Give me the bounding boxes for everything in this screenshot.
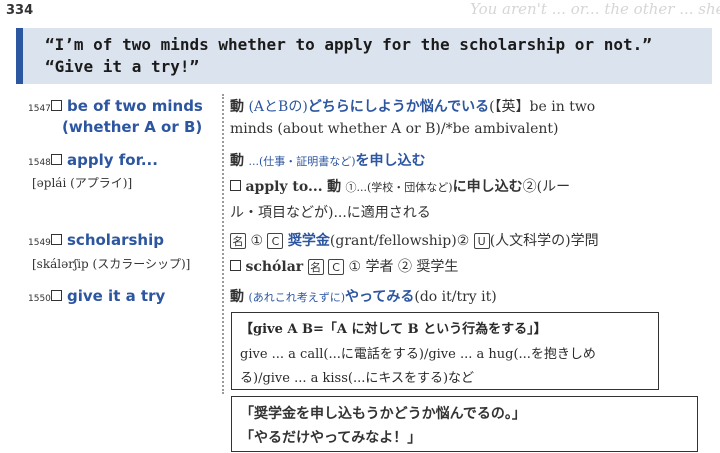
entry-1547-def-line1: 動 (AとBの)どちらにしようか悩んでいる(【英】be in two	[230, 96, 595, 116]
entry-1548-head: 1548 apply for...	[28, 150, 158, 169]
pos-tag: 名	[307, 259, 324, 275]
headword-continuation: (whether A or B)	[62, 118, 203, 136]
usage-note-box: 【give A B=「A に対して B という行為をする」】 give ... …	[231, 312, 659, 390]
pos-tag: 動	[327, 179, 342, 195]
sub-main: に申し込む	[452, 179, 523, 195]
entry-1550-head: 1550 give it a try	[28, 286, 165, 305]
checkbox-icon[interactable]	[230, 260, 241, 271]
checkbox-icon[interactable]	[230, 180, 241, 191]
def-tail: (人文科学の)学問	[489, 233, 599, 249]
def-rest: (grant/fellowship)	[329, 233, 457, 249]
entry-1547-head: 1547 be of two minds	[28, 96, 203, 115]
column-separator	[222, 94, 224, 394]
entry-number: 1547	[28, 104, 51, 114]
usage-note-title: 【give A B=「A に対して B という行為をする」】	[240, 322, 547, 337]
page-number: 334	[6, 3, 34, 18]
def-prefix: ...(仕事・証明書など)	[248, 155, 356, 168]
entry-number: 1550	[28, 294, 51, 304]
headword: give it a try	[67, 287, 166, 305]
pos-tag: 名	[230, 233, 246, 249]
circle-one: ①	[250, 233, 264, 249]
entry-1550-def-line1: 動 (あれこれ考えずに)やってみる(do it/try it)	[230, 286, 497, 306]
entry-1549-head: 1549 scholarship	[28, 230, 164, 249]
def-main: どちらにしようか悩んでいる	[307, 99, 490, 115]
uncountable-tag: U	[473, 233, 490, 249]
def-prefix: (AとBの)	[248, 99, 308, 115]
countable-tag: C	[267, 233, 284, 249]
headword: apply for...	[67, 151, 158, 169]
usage-note-line2: る)/give ... a kiss(...にキスをする)など	[240, 371, 475, 386]
pos-tag: 動	[230, 153, 244, 169]
entry-1547-def-line2: minds (about whether A or B)/*be ambival…	[230, 121, 559, 137]
def-rest: (do it/try it)	[414, 289, 497, 305]
sub-text: ①...(学校・団体など)	[345, 181, 453, 194]
checkbox-icon[interactable]	[50, 290, 62, 301]
dialogue-line-1: “I’m of two minds whether to apply for t…	[45, 35, 652, 54]
translation-box: 「奨学金を申し込もうかどうか悩んでるの。」 「やるだけやってみなよ！」	[231, 396, 698, 452]
entry-number: 1549	[28, 238, 51, 248]
dialogue-banner: “I’m of two minds whether to apply for t…	[16, 28, 712, 84]
pos-tag: 動	[230, 289, 244, 305]
headword: be of two minds	[67, 97, 203, 115]
def-main: やってみる	[345, 289, 415, 305]
def-main: 奨学金	[287, 233, 330, 249]
pos-tag: 動	[230, 99, 244, 115]
sub-headword: schólar	[245, 259, 304, 275]
def-rest: (【英】be in two	[489, 99, 596, 115]
entry-1548-sub-line2: ル・項目などが)...に適用される	[230, 205, 431, 221]
pronunciation: [əplái (アプライ)]	[32, 176, 133, 190]
translation-line2: 「やるだけやってみなよ！」	[240, 430, 422, 446]
checkbox-icon[interactable]	[50, 154, 62, 165]
dialogue-line-2: “Give it a try!”	[45, 57, 200, 76]
pronunciation: [skálərʃip (スカラーシップ)]	[32, 257, 191, 271]
entry-1549-sub-line1: schólar 名 C ① 学者 ② 奨学生	[230, 256, 458, 276]
checkbox-icon[interactable]	[50, 234, 62, 245]
usage-note-line1: give ... a call(...に電話をする)/give ... a hu…	[240, 347, 596, 362]
headword: scholarship	[67, 231, 164, 249]
entry-1548-sub-line1: apply to... 動 ①...(学校・団体など)に申し込む②(ルー	[230, 176, 570, 196]
faded-bleed-text: You aren't ... or... the other ... she a…	[470, 0, 720, 18]
sub-rest: ① 学者 ② 奨学生	[348, 259, 459, 275]
entry-1548-def-line1: 動 ...(仕事・証明書など)を申し込む	[230, 150, 426, 170]
checkbox-icon[interactable]	[50, 100, 62, 111]
def-main: を申し込む	[355, 153, 426, 169]
countable-tag: C	[328, 259, 345, 275]
entry-1549-def-line1: 名 ① C 奨学金(grant/fellowship)② U (人文科学の)学問	[230, 230, 599, 250]
sub-tail: ②(ルー	[522, 179, 571, 195]
circle-two: ②	[456, 233, 470, 249]
translation-line1: 「奨学金を申し込もうかどうか悩んでるの。」	[240, 406, 526, 422]
entry-number: 1548	[28, 158, 51, 168]
def-prefix: (あれこれ考えずに)	[248, 291, 346, 304]
sub-headword: apply to...	[245, 179, 323, 195]
